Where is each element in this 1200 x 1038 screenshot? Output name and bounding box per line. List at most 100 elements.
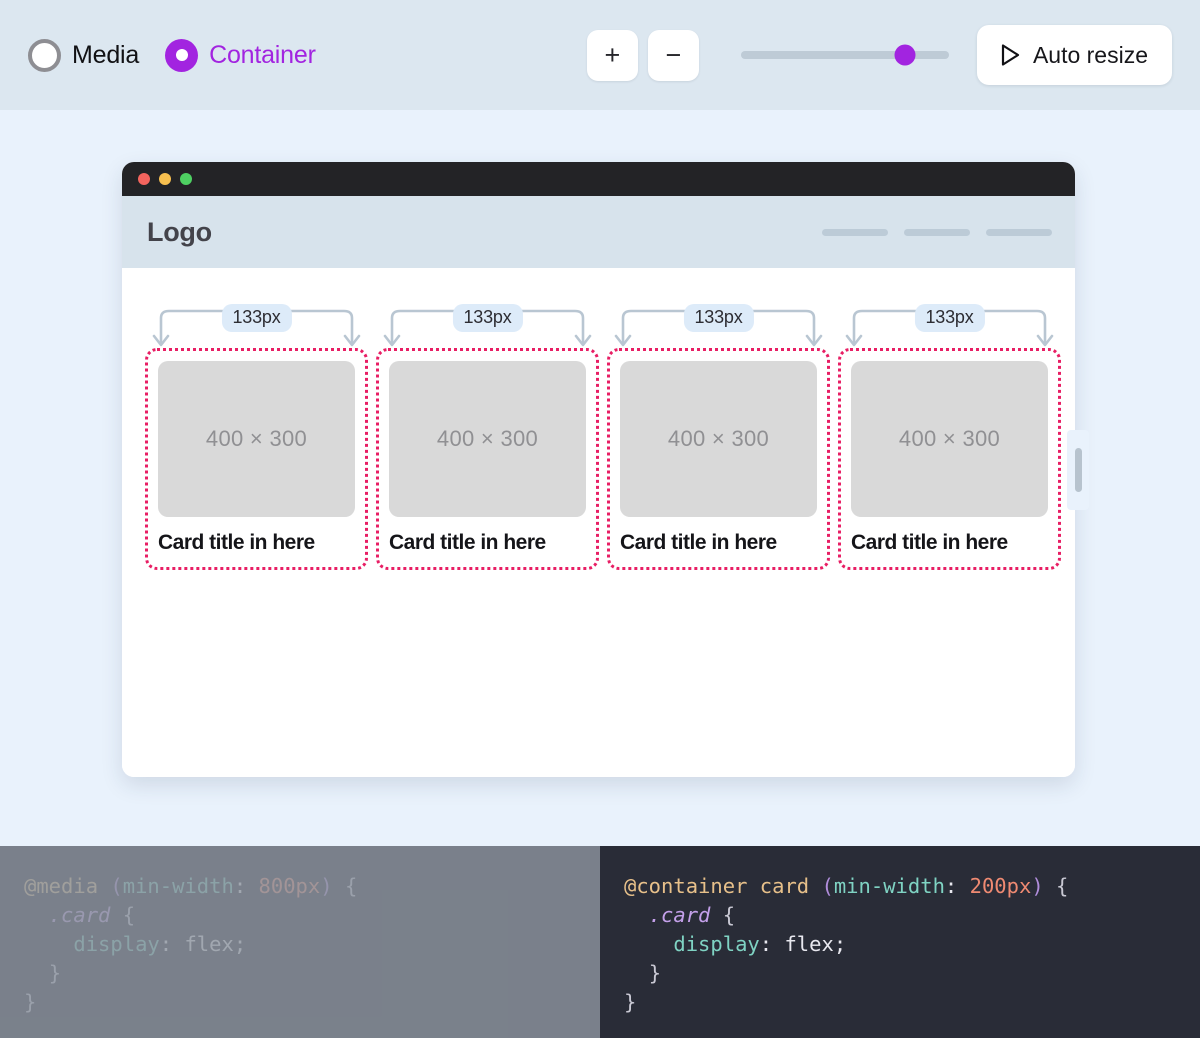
site-logo[interactable]: Logo bbox=[147, 217, 212, 248]
preview-stage: Logo 133px400 × 300Card title in here133… bbox=[0, 110, 1200, 846]
browser-mock: Logo 133px400 × 300Card title in here133… bbox=[122, 162, 1075, 777]
code-token: card bbox=[760, 874, 809, 898]
auto-resize-button[interactable]: Auto resize bbox=[977, 25, 1172, 85]
app-root: Media Container + − Auto resize bbox=[0, 0, 1200, 1038]
code-token bbox=[747, 874, 759, 898]
code-token bbox=[24, 961, 49, 985]
slider-track bbox=[741, 51, 949, 59]
mode-radio-group: Media Container bbox=[28, 39, 316, 72]
slider-thumb[interactable] bbox=[895, 45, 916, 66]
maximize-window-icon[interactable] bbox=[180, 173, 192, 185]
code-token: : bbox=[945, 874, 970, 898]
measure-label: 133px bbox=[914, 304, 984, 332]
browser-resize-handle[interactable] bbox=[1067, 430, 1089, 510]
code-token: .card bbox=[649, 903, 711, 927]
radio-checked-icon[interactable] bbox=[165, 39, 198, 72]
code-token: } bbox=[649, 961, 661, 985]
code-token: } bbox=[24, 990, 36, 1014]
code-token bbox=[110, 903, 122, 927]
toolbar: Media Container + − Auto resize bbox=[0, 0, 1200, 110]
card-image-placeholder: 400 × 300 bbox=[389, 361, 586, 517]
code-token bbox=[333, 874, 345, 898]
width-measurement: 133px bbox=[607, 298, 830, 346]
nav-placeholder-line[interactable] bbox=[986, 229, 1052, 236]
code-token: ( bbox=[821, 874, 833, 898]
radio-option-media[interactable]: Media bbox=[28, 39, 139, 72]
code-token: ) bbox=[320, 874, 332, 898]
card[interactable]: 400 × 300 Card title in here bbox=[376, 348, 599, 570]
card-slot: 133px 400 × 300 Card title in here bbox=[607, 298, 830, 570]
code-token: { bbox=[1056, 874, 1068, 898]
code-token: { bbox=[723, 903, 735, 927]
card[interactable]: 400 × 300 Card title in here bbox=[145, 348, 368, 570]
card-slot: 133px 400 × 300 Card title in here bbox=[376, 298, 599, 570]
radio-option-container[interactable]: Container bbox=[165, 39, 316, 72]
code-token: ) bbox=[1031, 874, 1043, 898]
code-token: 800px bbox=[259, 874, 321, 898]
code-token: ; bbox=[834, 932, 846, 956]
card[interactable]: 400 × 300 Card title in here bbox=[838, 348, 1061, 570]
code-token: @container bbox=[624, 874, 747, 898]
code-token: ; bbox=[234, 932, 246, 956]
measure-label: 133px bbox=[452, 304, 522, 332]
code-token: : bbox=[160, 932, 185, 956]
site-body: 133px 400 × 300 Card title in here 133px 400… bbox=[122, 268, 1075, 777]
browser-titlebar bbox=[122, 162, 1075, 196]
code-token: } bbox=[624, 990, 636, 1014]
code-token bbox=[1044, 874, 1056, 898]
code-token bbox=[98, 874, 110, 898]
code-token: .card bbox=[49, 903, 111, 927]
radio-label-container: Container bbox=[209, 41, 316, 70]
code-token: display bbox=[73, 932, 159, 956]
code-block: @media (min-width: 800px) { .card { disp… bbox=[24, 872, 600, 1017]
card-title: Card title in here bbox=[620, 531, 817, 555]
close-window-icon[interactable] bbox=[138, 173, 150, 185]
zoom-in-button[interactable]: + bbox=[587, 30, 638, 81]
width-slider[interactable] bbox=[741, 35, 949, 75]
card-grid: 133px 400 × 300 Card title in here 133px 400… bbox=[142, 298, 1055, 570]
code-token: @media bbox=[24, 874, 98, 898]
radio-label-media: Media bbox=[72, 41, 139, 70]
card-image-placeholder: 400 × 300 bbox=[620, 361, 817, 517]
code-token bbox=[710, 903, 722, 927]
card-title: Card title in here bbox=[389, 531, 586, 555]
zoom-out-button[interactable]: − bbox=[648, 30, 699, 81]
card-title: Card title in here bbox=[851, 531, 1048, 555]
measure-label: 133px bbox=[683, 304, 753, 332]
code-token: flex bbox=[784, 932, 833, 956]
toolbar-controls: + − Auto resize bbox=[587, 25, 1172, 85]
code-token bbox=[24, 932, 73, 956]
code-token: { bbox=[123, 903, 135, 927]
code-token: display bbox=[673, 932, 759, 956]
site-header: Logo bbox=[122, 196, 1075, 268]
code-token: : bbox=[760, 932, 785, 956]
nav-placeholder-line[interactable] bbox=[822, 229, 888, 236]
play-icon bbox=[1001, 44, 1020, 66]
card-slot: 133px 400 × 300 Card title in here bbox=[838, 298, 1061, 570]
code-block: @container card (min-width: 200px) { .ca… bbox=[624, 872, 1200, 1017]
code-token: min-width bbox=[834, 874, 945, 898]
auto-resize-label: Auto resize bbox=[1033, 42, 1148, 69]
code-token: } bbox=[49, 961, 61, 985]
card-image-placeholder: 400 × 300 bbox=[851, 361, 1048, 517]
code-token bbox=[624, 961, 649, 985]
width-measurement: 133px bbox=[838, 298, 1061, 346]
radio-unchecked-icon[interactable] bbox=[28, 39, 61, 72]
code-token bbox=[24, 903, 49, 927]
resize-grip-icon bbox=[1075, 448, 1082, 492]
code-token bbox=[624, 932, 673, 956]
code-token: { bbox=[345, 874, 357, 898]
zoom-button-group: + − bbox=[587, 30, 699, 81]
card-title: Card title in here bbox=[158, 531, 355, 555]
minimize-window-icon[interactable] bbox=[159, 173, 171, 185]
width-measurement: 133px bbox=[376, 298, 599, 346]
code-token: ( bbox=[110, 874, 122, 898]
code-token: : bbox=[234, 874, 259, 898]
nav-placeholder-line[interactable] bbox=[904, 229, 970, 236]
card[interactable]: 400 × 300 Card title in here bbox=[607, 348, 830, 570]
site-nav bbox=[822, 229, 1052, 236]
card-image-placeholder: 400 × 300 bbox=[158, 361, 355, 517]
code-panel-container-query: @container card (min-width: 200px) { .ca… bbox=[600, 846, 1200, 1038]
code-token bbox=[624, 903, 649, 927]
code-comparison: @media (min-width: 800px) { .card { disp… bbox=[0, 846, 1200, 1038]
